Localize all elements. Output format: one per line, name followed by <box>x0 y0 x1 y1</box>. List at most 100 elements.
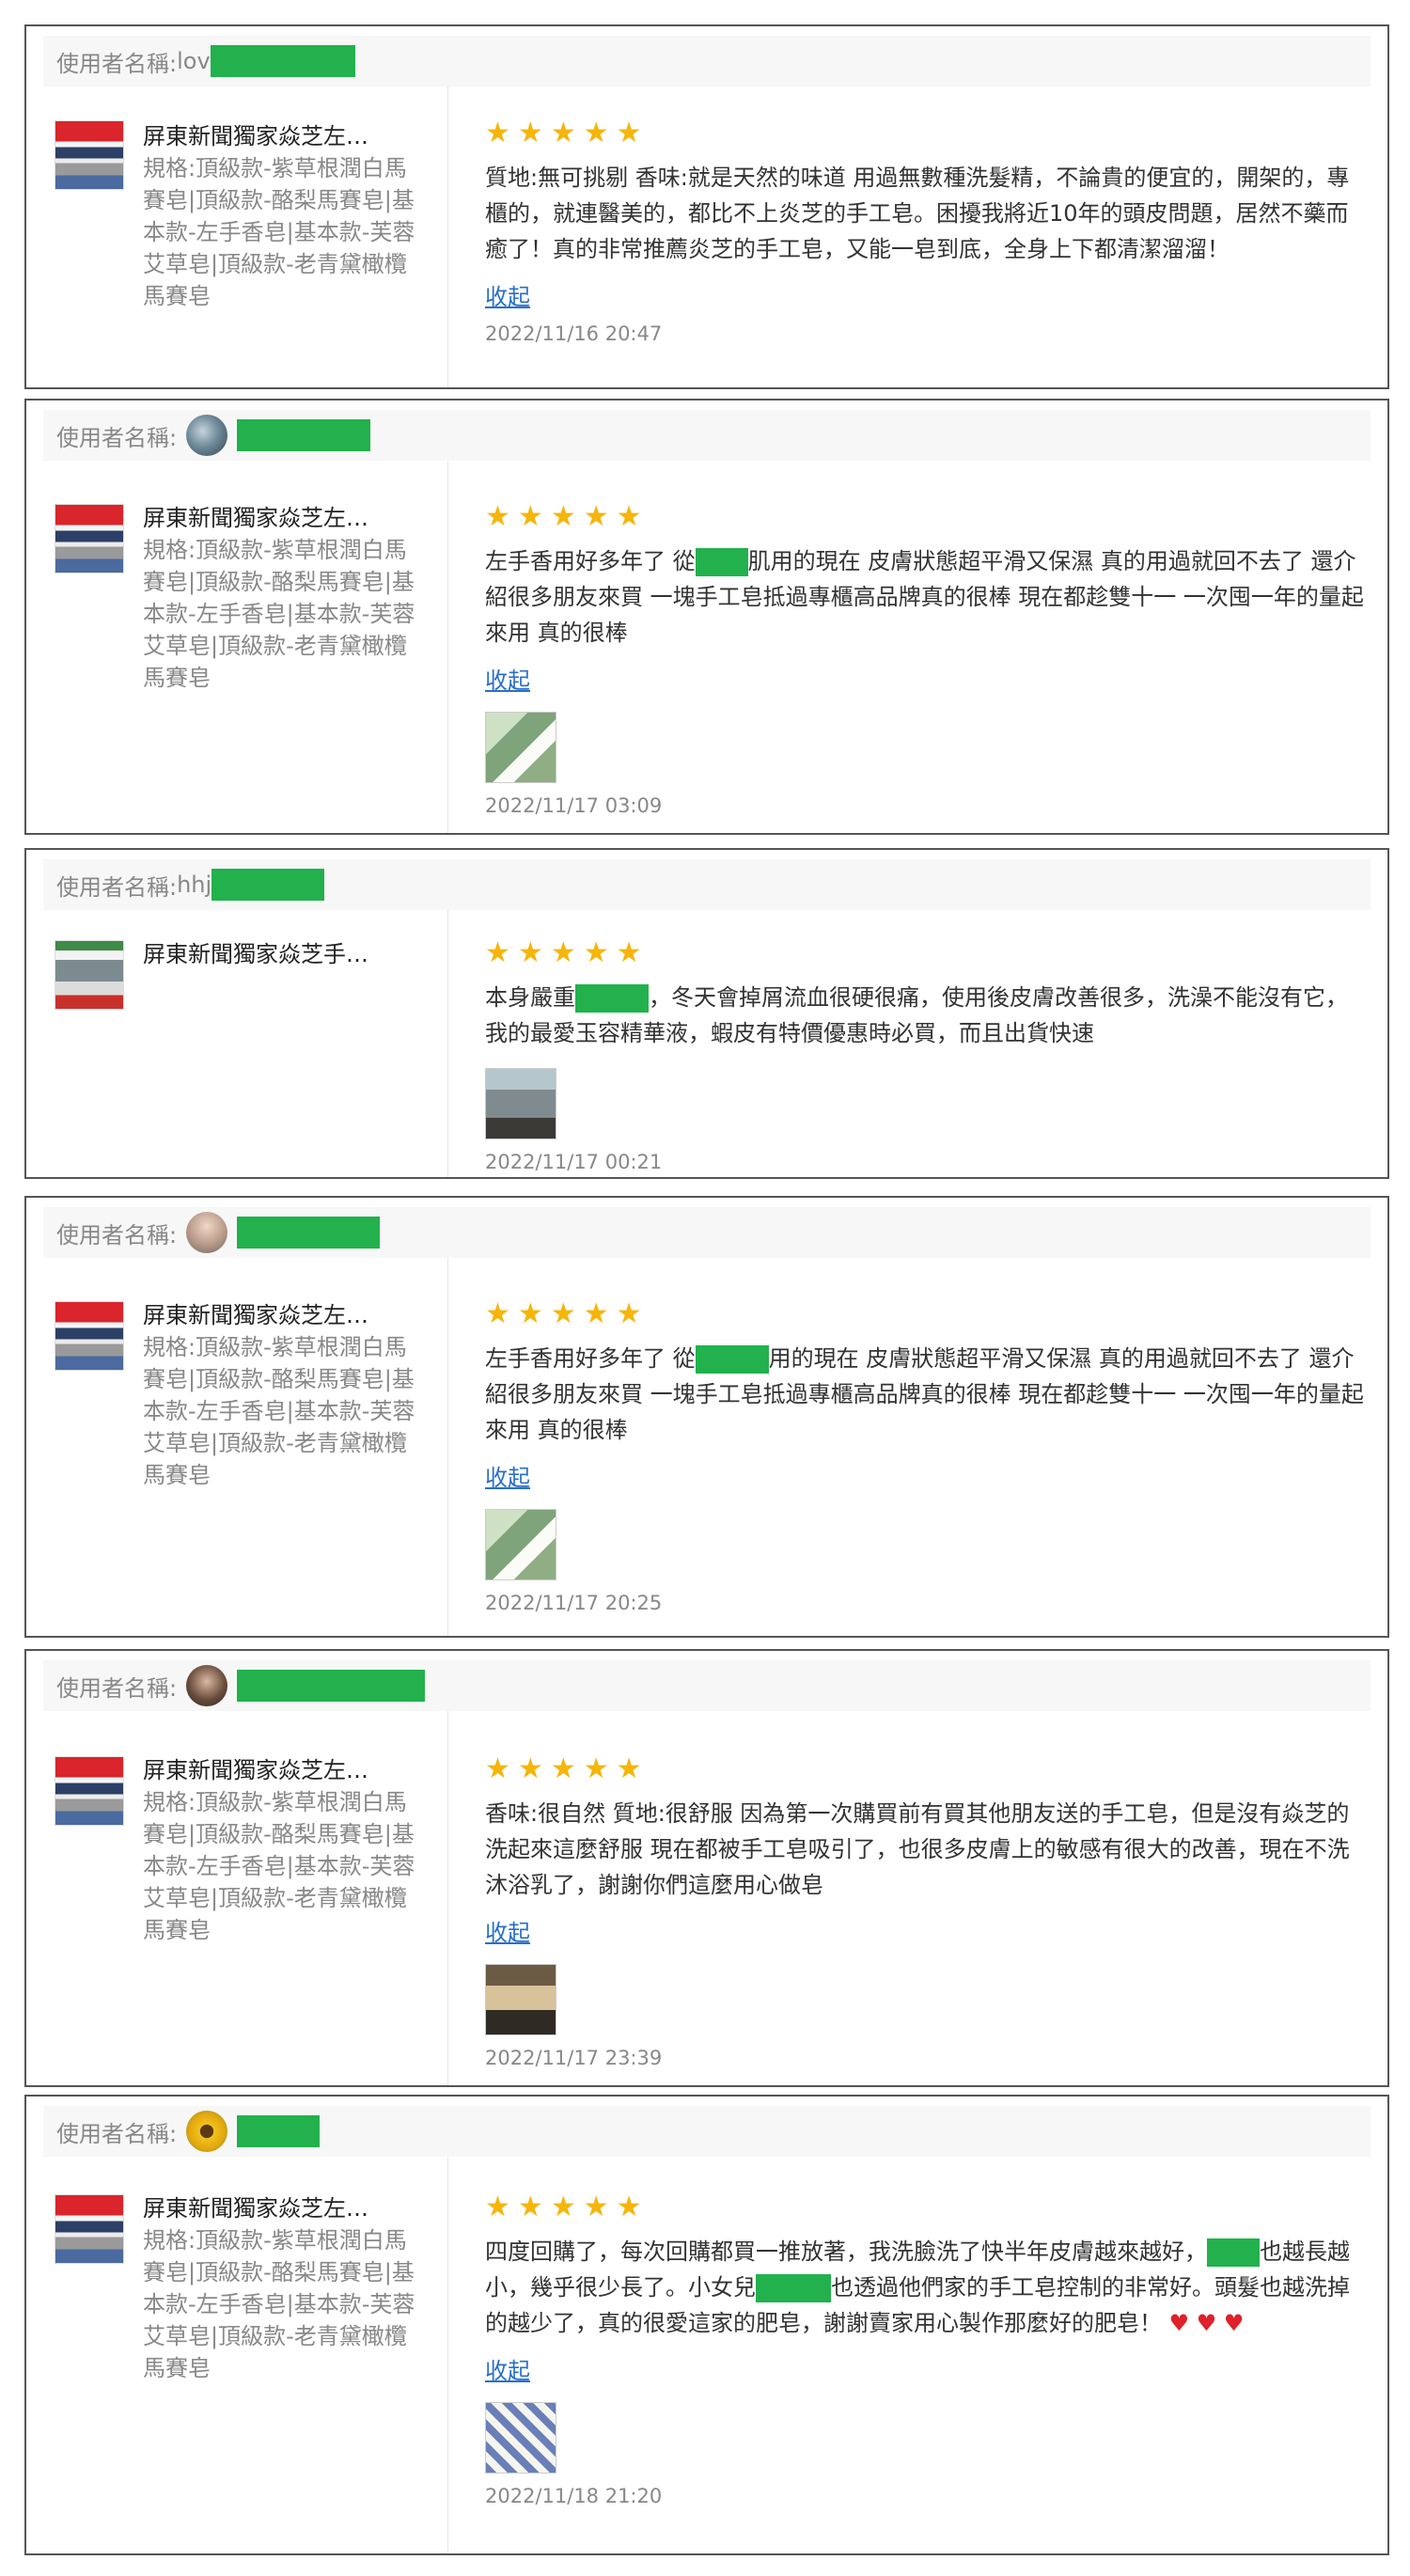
product-name[interactable]: 屏東新聞獨家焱芝左… <box>143 120 425 152</box>
column-divider <box>447 2157 448 2553</box>
product-name[interactable]: 屏東新聞獨家焱芝左… <box>143 1299 425 1331</box>
product-spec: 規格:頂級款-紫草根潤白馬賽皂|頂級款-酪梨馬賽皂|基本款-左手香皂|基本款-芙… <box>143 1334 415 1488</box>
star-icon: ★ <box>485 2191 510 2223</box>
username-label: 使用者名稱: <box>56 424 178 451</box>
review-text: 左手香用好多年了 從肌用的現在 皮膚狀態超平滑又保濕 真的用過就回不去了 還介紹… <box>485 548 1364 646</box>
reviewer-header: 使用者名稱: <box>43 1207 1371 1258</box>
redacted-username <box>237 2115 321 2147</box>
review-text: 四度回購了，每次回購都買一推放著，我洗臉洗了快半年皮膚越來越好， 也越長越小，幾乎… <box>485 2238 1350 2336</box>
review-photo[interactable] <box>485 1509 556 1580</box>
star-icon: ★ <box>583 1297 609 1330</box>
review-content: ★ ★ ★ ★ ★ 四度回購了，每次回購都買一推放著，我洗臉洗了快半年皮膚越來越… <box>485 2191 1369 2507</box>
collapse-link[interactable]: 收起 <box>485 662 530 695</box>
redacted-text <box>756 2274 831 2302</box>
star-icon: ★ <box>616 1297 642 1330</box>
product-info: 屏東新聞獨家焱芝左… 規格:頂級款-紫草根潤白馬賽皂|頂級款-酪梨馬賽皂|基本款… <box>143 2192 425 2384</box>
review-card: 使用者名稱: 屏東新聞獨家焱芝左… 規格:頂級款-紫草根潤白馬賽皂|頂級款-酪梨… <box>24 1649 1389 2087</box>
star-rating: ★ ★ ★ ★ ★ <box>485 117 1369 150</box>
redacted-username <box>237 1217 381 1249</box>
collapse-link[interactable]: 收起 <box>485 1459 530 1492</box>
product-thumbnail[interactable] <box>55 1756 124 1826</box>
star-icon: ★ <box>485 117 510 149</box>
redacted-username <box>237 1670 426 1702</box>
reviewer-header: 使用者名稱: <box>43 410 1371 461</box>
review-content: ★ ★ ★ ★ ★ 質地:無可挑剔 香味:就是天然的味道 用過無數種洗髮精，不論… <box>485 117 1369 345</box>
star-icon: ★ <box>550 1752 576 1785</box>
user-avatar[interactable] <box>186 415 228 456</box>
star-icon: ★ <box>616 117 642 149</box>
username-prefix: hhj <box>177 872 212 898</box>
review-date: 2022/11/17 03:09 <box>485 794 663 817</box>
star-rating: ★ ★ ★ ★ ★ <box>485 1297 1369 1331</box>
review-photo[interactable] <box>485 1964 556 2035</box>
reviewer-header: 使用者名稱: hhj <box>43 859 1371 910</box>
user-avatar[interactable] <box>186 1212 228 1253</box>
star-icon: ★ <box>583 500 609 533</box>
review-text: 香味:很自然 質地:很舒服 因為第一次購買前有買其他朋友送的手工皂，但是沒有焱芝… <box>485 1800 1350 1898</box>
star-icon: ★ <box>616 936 642 969</box>
star-icon: ★ <box>550 500 576 533</box>
column-divider <box>447 910 448 1177</box>
review-card: 使用者名稱: hhj 屏東新聞獨家焱芝手… ★ ★ ★ ★ ★ 本身嚴重 ，冬天會掉… <box>24 848 1389 1179</box>
redacted-text <box>695 548 748 576</box>
product-info: 屏東新聞獨家焱芝左… 規格:頂級款-紫草根潤白馬賽皂|頂級款-酪梨馬賽皂|基本款… <box>143 120 425 312</box>
review-photo[interactable] <box>485 2402 556 2474</box>
collapse-link[interactable]: 收起 <box>485 1914 530 1947</box>
star-icon: ★ <box>616 1752 642 1785</box>
product-name[interactable]: 屏東新聞獨家焱芝左… <box>143 2192 425 2224</box>
review-card: 使用者名稱: 屏東新聞獨家焱芝左… 規格:頂級款-紫草根潤白馬賽皂|頂級款-酪梨… <box>24 2095 1389 2555</box>
star-icon: ★ <box>550 936 576 969</box>
star-icon: ★ <box>583 1752 609 1785</box>
product-thumbnail[interactable] <box>55 120 124 190</box>
review-date: 2022/11/17 00:21 <box>485 1151 663 1173</box>
heart-icon: ♥ ♥ ♥ <box>1168 2310 1245 2336</box>
review-card: 使用者名稱: lov 屏東新聞獨家焱芝左… 規格:頂級款-紫草根潤白馬賽皂|頂級款… <box>24 24 1389 389</box>
review-text: 左手香用好多年了 從用的現在 皮膚狀態超平滑又保濕 真的用過就回不去了 還介紹很… <box>485 1345 1364 1443</box>
star-icon: ★ <box>616 500 642 533</box>
review-photo[interactable] <box>485 712 556 783</box>
product-info: 屏東新聞獨家焱芝左… 規格:頂級款-紫草根潤白馬賽皂|頂級款-酪梨馬賽皂|基本款… <box>143 502 425 694</box>
collapse-link[interactable]: 收起 <box>485 2352 530 2385</box>
review-card: 使用者名稱: 屏東新聞獨家焱芝左… 規格:頂級款-紫草根潤白馬賽皂|頂級款-酪梨… <box>24 1196 1389 1638</box>
product-name[interactable]: 屏東新聞獨家焱芝左… <box>143 1754 425 1786</box>
user-avatar[interactable] <box>186 2111 228 2152</box>
review-date: 2022/11/18 21:20 <box>485 2485 663 2507</box>
product-thumbnail[interactable] <box>55 1301 124 1371</box>
star-rating: ★ ★ ★ ★ ★ <box>485 2191 1369 2224</box>
username-label: 使用者名稱: <box>56 50 178 77</box>
username-label: 使用者名稱: <box>56 2120 178 2147</box>
star-icon: ★ <box>583 2191 609 2223</box>
product-thumbnail[interactable] <box>55 2194 124 2264</box>
column-divider <box>447 1258 448 1636</box>
product-info: 屏東新聞獨家焱芝左… 規格:頂級款-紫草根潤白馬賽皂|頂級款-酪梨馬賽皂|基本款… <box>143 1754 425 1946</box>
star-rating: ★ ★ ★ ★ ★ <box>485 936 1369 970</box>
star-icon: ★ <box>550 2191 576 2223</box>
product-info: 屏東新聞獨家焱芝手… <box>143 938 425 970</box>
username-prefix: lov <box>177 48 211 74</box>
star-rating: ★ ★ ★ ★ ★ <box>485 1752 1369 1786</box>
reviewer-header: 使用者名稱: <box>43 2106 1371 2157</box>
review-date: 2022/11/17 20:25 <box>485 1592 663 1614</box>
review-text: 質地:無可挑剔 香味:就是天然的味道 用過無數種洗髮精，不論貴的便宜的，開架的，… <box>485 165 1350 262</box>
review-photo[interactable] <box>485 1068 556 1139</box>
star-icon: ★ <box>616 2191 642 2223</box>
product-spec: 規格:頂級款-紫草根潤白馬賽皂|頂級款-酪梨馬賽皂|基本款-左手香皂|基本款-芙… <box>143 155 415 309</box>
product-name[interactable]: 屏東新聞獨家焱芝手… <box>143 938 425 970</box>
username-label: 使用者名稱: <box>56 1674 178 1702</box>
product-name[interactable]: 屏東新聞獨家焱芝左… <box>143 502 425 534</box>
username-label: 使用者名稱: <box>56 873 178 901</box>
product-thumbnail[interactable] <box>55 940 124 1010</box>
star-icon: ★ <box>517 1752 543 1785</box>
user-avatar[interactable] <box>186 1665 228 1706</box>
redacted-username <box>237 419 371 451</box>
reviewer-header: 使用者名稱: <box>43 1660 1371 1711</box>
star-icon: ★ <box>583 936 609 969</box>
star-icon: ★ <box>517 1297 543 1330</box>
product-thumbnail[interactable] <box>55 504 124 573</box>
star-icon: ★ <box>517 936 543 969</box>
collapse-link[interactable]: 收起 <box>485 278 530 311</box>
product-spec: 規格:頂級款-紫草根潤白馬賽皂|頂級款-酪梨馬賽皂|基本款-左手香皂|基本款-芙… <box>143 2227 415 2381</box>
review-content: ★ ★ ★ ★ ★ 香味:很自然 質地:很舒服 因為第一次購買前有買其他朋友送的… <box>485 1752 1369 2069</box>
star-icon: ★ <box>550 117 576 149</box>
redacted-text <box>695 1345 769 1374</box>
